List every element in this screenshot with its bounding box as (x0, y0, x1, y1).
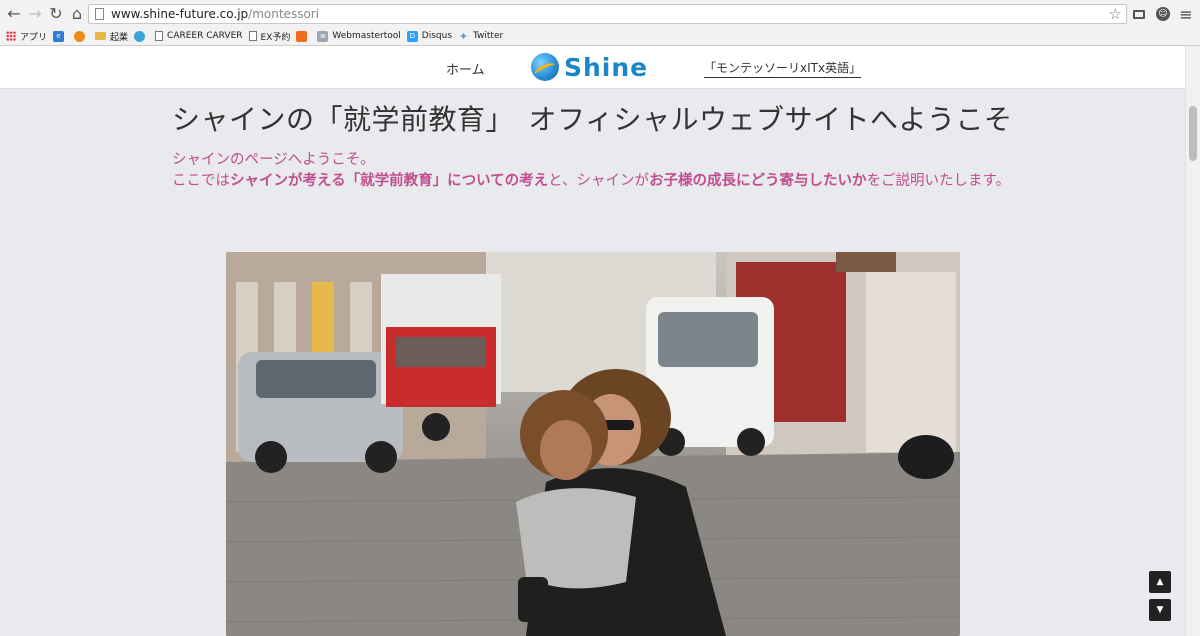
folder-icon (95, 32, 107, 40)
bookmarks-bar: アプリ e 起業 CAREER CARVER EX予約 w Webmastert… (0, 27, 1200, 46)
nav-link-home[interactable]: ホーム (446, 59, 485, 78)
extension-icon[interactable]: ☺ (1155, 6, 1171, 22)
bookmark-orange[interactable] (74, 27, 89, 45)
hero-photo-illustration (226, 252, 960, 636)
bookmark-orange-square-icon (296, 30, 308, 42)
bookmark-orange-icon (74, 30, 86, 42)
scrollbar-thumb[interactable] (1189, 106, 1197, 161)
hero-photo-mother-and-child (226, 252, 960, 636)
nav-link-montessori[interactable]: 「モンテッソーリxITx英語」 (704, 59, 862, 78)
intro-line-description: ここではシャインが考える「就学前教育」についての考えと、シャインがお子様の成長に… (172, 173, 1011, 189)
bookmark-globe-icon (134, 30, 146, 42)
bookmark-twitter[interactable]: ✦ Twitter (458, 27, 503, 45)
home-icon[interactable]: ⌂ (67, 4, 87, 24)
bookmark-apps[interactable]: アプリ (6, 27, 47, 45)
forward-arrow-icon[interactable]: → (25, 4, 45, 24)
disqus-icon: D (406, 30, 418, 42)
mail-icon[interactable] (1131, 6, 1147, 22)
back-arrow-icon[interactable]: ← (4, 4, 24, 24)
page-scrollbar[interactable] (1185, 46, 1200, 636)
bookmark-orange-square[interactable] (296, 27, 311, 45)
webmaster-icon: w (317, 30, 329, 42)
triangle-up-icon: ▲ (1156, 576, 1164, 587)
shine-logo-text: Shine (564, 52, 649, 82)
url-text: www.shine-future.co.jp/montessori (111, 7, 320, 21)
page-title: シャインの「就学前教育」 オフィシャルウェブサイトへようこそ (172, 103, 1013, 136)
scroll-up-button[interactable]: ▲ (1149, 571, 1171, 593)
bookmark-star-icon[interactable]: ☆ (1109, 5, 1122, 23)
bookmark-folder-kigyo[interactable]: 起業 (95, 27, 128, 45)
page-icon (95, 8, 104, 20)
intro-line-welcome: シャインのページへようこそ。 (172, 152, 375, 168)
reload-icon[interactable]: ↻ (46, 4, 66, 24)
menu-icon[interactable]: ≡ (1178, 5, 1194, 24)
site-header: ホーム Shine 「モンテッソーリxITx英語」 (0, 46, 1186, 89)
intro-text: シャインのページへようこそ。 ここではシャインが考える「就学前教育」についての考… (172, 150, 1022, 192)
browser-toolbar: ← → ↻ ⌂ www.shine-future.co.jp/montessor… (0, 0, 1200, 28)
bookmark-blue-icon: e (53, 30, 65, 42)
apps-icon (6, 31, 16, 41)
bookmark-globe[interactable] (134, 27, 149, 45)
twitter-icon: ✦ (458, 29, 469, 43)
page-icon (155, 31, 164, 41)
triangle-down-icon: ▼ (1156, 604, 1164, 615)
address-bar[interactable]: www.shine-future.co.jp/montessori ☆ (88, 4, 1127, 24)
page-icon (248, 31, 257, 41)
bookmark-blue[interactable]: e (53, 27, 68, 45)
shine-logo[interactable]: Shine (531, 51, 648, 83)
bookmark-disqus[interactable]: D Disqus (406, 27, 452, 45)
scroll-down-button[interactable]: ▼ (1149, 599, 1171, 621)
shine-logo-mark-icon (531, 53, 559, 81)
bookmark-webmastertool[interactable]: w Webmastertool (317, 27, 401, 45)
bookmark-ex-yoyaku[interactable]: EX予約 (248, 27, 290, 45)
bookmark-career-carver[interactable]: CAREER CARVER (155, 27, 243, 45)
